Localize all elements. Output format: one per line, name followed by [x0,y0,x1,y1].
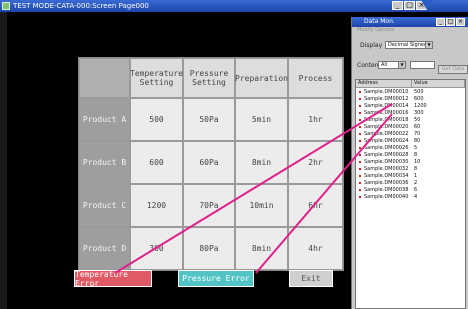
connector-lines [114,103,393,274]
connector-pressure-line [255,113,393,274]
connector-temperature-line [114,103,393,274]
